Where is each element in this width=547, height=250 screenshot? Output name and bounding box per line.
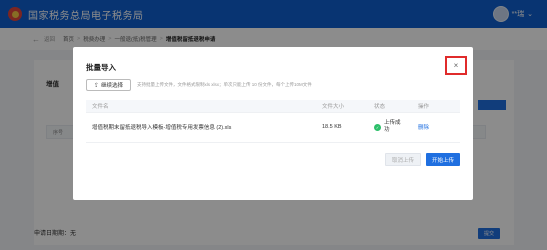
- upload-status: ✓ 上传成功: [374, 120, 406, 134]
- column-header-status: 状态: [368, 100, 412, 113]
- delete-link[interactable]: 删除: [418, 125, 429, 131]
- start-upload-button[interactable]: 开始上传: [426, 153, 460, 166]
- batch-import-dialog: 批量导入 × ⇪ 继续选择 支持批量上传文件，文件格式限制xls xlsx；单次…: [73, 47, 473, 200]
- table-row: 增值税期末留抵退税导入模板-增值税专用发票信息 (2).xls 18.5 KB …: [86, 112, 460, 143]
- continue-select-label: 继续选择: [101, 83, 124, 89]
- column-header-size: 文件大小: [316, 100, 368, 113]
- table-header-row: 文件名 文件大小 状态 操作: [86, 100, 460, 113]
- continue-select-button[interactable]: ⇪ 继续选择: [86, 79, 131, 91]
- success-check-icon: ✓: [374, 123, 381, 131]
- column-header-filename: 文件名: [86, 100, 316, 113]
- upload-hint: 支持批量上传文件，文件格式限制xls xlsx；单次只能上传 10 份文件，每个…: [137, 82, 312, 87]
- dialog-title: 批量导入: [86, 63, 116, 72]
- upload-icon: ⇪: [93, 82, 99, 89]
- file-table: 文件名 文件大小 状态 操作 增值税期末留抵退税导入模板-增值税专用发票信息 (…: [86, 100, 460, 143]
- file-name: 增值税期末留抵退税导入模板-增值税专用发票信息 (2).xls: [86, 112, 316, 143]
- status-text: 上传成功: [384, 119, 401, 133]
- column-header-action: 操作: [412, 100, 460, 113]
- file-size: 18.5 KB: [316, 112, 368, 143]
- cancel-upload-button[interactable]: 取消上传: [385, 153, 421, 166]
- close-button[interactable]: ×: [445, 56, 467, 75]
- close-icon[interactable]: ×: [454, 61, 459, 70]
